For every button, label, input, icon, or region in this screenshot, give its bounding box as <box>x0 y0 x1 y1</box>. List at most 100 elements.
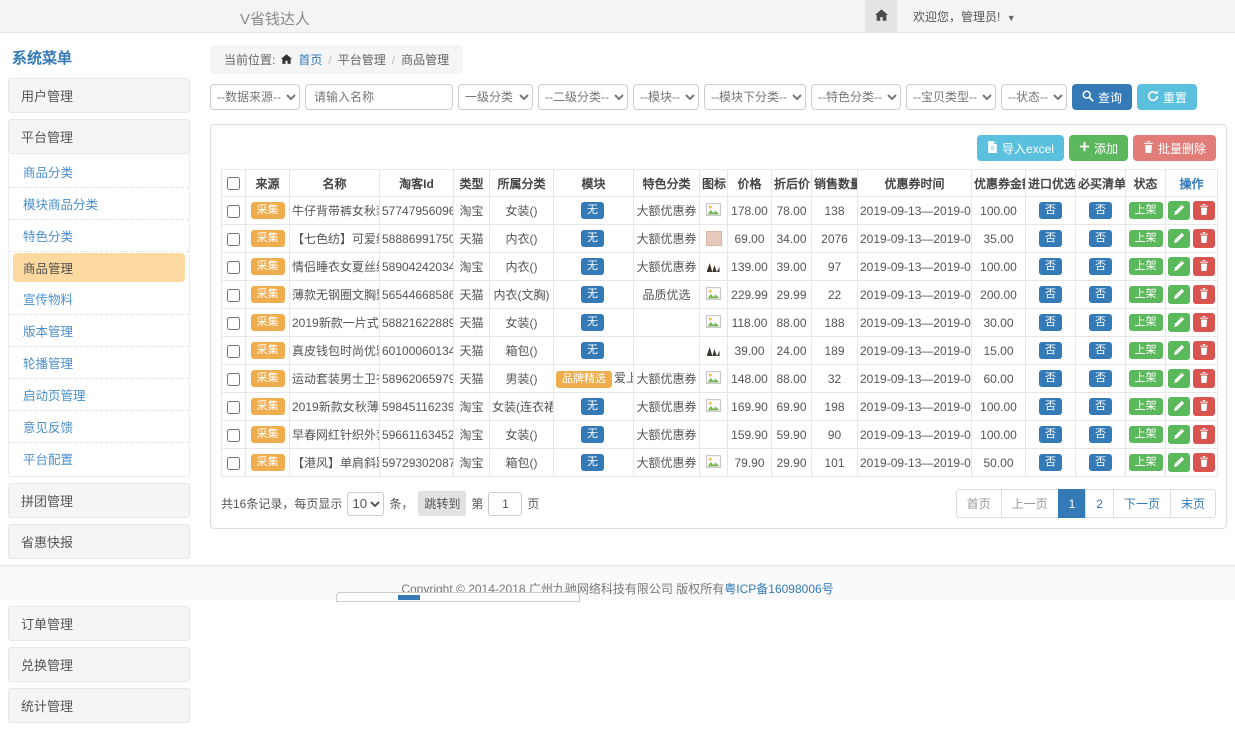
must-buy-badge[interactable]: 否 <box>1089 342 1112 359</box>
edit-button[interactable] <box>1168 341 1190 360</box>
filter-select[interactable]: --模块下分类-- <box>704 84 806 110</box>
per-page-select[interactable]: 10 <box>347 492 384 516</box>
sidebar-sub-item[interactable]: 平台配置 <box>9 443 189 474</box>
add-button[interactable]: 添加 <box>1069 135 1128 161</box>
delete-button[interactable] <box>1193 229 1215 248</box>
edit-button[interactable] <box>1168 229 1190 248</box>
row-checkbox[interactable] <box>227 457 240 470</box>
status-badge[interactable]: 上架 <box>1129 398 1163 415</box>
sidebar-group-item[interactable]: 拼团管理 <box>8 483 190 518</box>
jump-button[interactable]: 跳转到 <box>418 491 466 516</box>
status-badge[interactable]: 上架 <box>1129 342 1163 359</box>
reset-button[interactable]: 重置 <box>1137 84 1197 110</box>
import-opt-badge[interactable]: 否 <box>1039 202 1062 219</box>
must-buy-badge[interactable]: 否 <box>1089 426 1112 443</box>
sidebar-sub-item[interactable]: 模块商品分类 <box>9 188 189 220</box>
delete-button[interactable] <box>1193 453 1215 472</box>
sidebar-group-item[interactable]: 省惠快报 <box>8 524 190 559</box>
sidebar-group-item[interactable]: 统计管理 <box>8 688 190 723</box>
status-badge[interactable]: 上架 <box>1129 258 1163 275</box>
sidebar-sub-item[interactable]: 版本管理 <box>9 315 189 347</box>
import-opt-badge[interactable]: 否 <box>1039 342 1062 359</box>
query-button[interactable]: 查询 <box>1072 84 1132 110</box>
page-button[interactable]: 2 <box>1085 489 1114 518</box>
sidebar-sub-item[interactable]: 商品管理 <box>13 253 185 282</box>
filter-select[interactable]: --二级分类-- <box>538 84 628 110</box>
must-buy-badge[interactable]: 否 <box>1089 286 1112 303</box>
must-buy-badge[interactable]: 否 <box>1089 202 1112 219</box>
edit-button[interactable] <box>1168 201 1190 220</box>
import-opt-badge[interactable]: 否 <box>1039 454 1062 471</box>
status-badge[interactable]: 上架 <box>1129 454 1163 471</box>
status-badge[interactable]: 上架 <box>1129 230 1163 247</box>
filter-select[interactable]: --模块-- <box>633 84 699 110</box>
sidebar-sub-item[interactable]: 商品分类 <box>9 156 189 188</box>
import-excel-button[interactable]: 导入excel <box>977 135 1064 161</box>
edit-button[interactable] <box>1168 369 1190 388</box>
edit-button[interactable] <box>1168 453 1190 472</box>
row-checkbox[interactable] <box>227 401 240 414</box>
delete-button[interactable] <box>1193 201 1215 220</box>
sidebar-group-item[interactable]: 平台管理 <box>8 119 190 154</box>
home-button[interactable] <box>865 0 897 33</box>
delete-button[interactable] <box>1193 397 1215 416</box>
status-badge[interactable]: 上架 <box>1129 370 1163 387</box>
page-button[interactable]: 首页 <box>956 489 1002 518</box>
import-opt-badge[interactable]: 否 <box>1039 398 1062 415</box>
must-buy-badge[interactable]: 否 <box>1089 230 1112 247</box>
row-checkbox[interactable] <box>227 233 240 246</box>
row-checkbox[interactable] <box>227 205 240 218</box>
filter-select[interactable]: --宝贝类型-- <box>906 84 996 110</box>
import-opt-badge[interactable]: 否 <box>1039 370 1062 387</box>
edit-button[interactable] <box>1168 313 1190 332</box>
must-buy-badge[interactable]: 否 <box>1089 314 1112 331</box>
page-button[interactable]: 上一页 <box>1001 489 1059 518</box>
status-badge[interactable]: 上架 <box>1129 286 1163 303</box>
icp-link[interactable]: 粤ICP备16098006号 <box>724 582 833 596</box>
delete-button[interactable] <box>1193 285 1215 304</box>
filter-select[interactable]: --特色分类-- <box>811 84 901 110</box>
row-checkbox[interactable] <box>227 345 240 358</box>
breadcrumb-home-link[interactable]: 首页 <box>298 51 322 68</box>
must-buy-badge[interactable]: 否 <box>1089 370 1112 387</box>
row-checkbox[interactable] <box>227 261 240 274</box>
delete-button[interactable] <box>1193 257 1215 276</box>
filter-select[interactable]: --状态-- <box>1001 84 1067 110</box>
delete-button[interactable] <box>1193 425 1215 444</box>
must-buy-badge[interactable]: 否 <box>1089 398 1112 415</box>
status-badge[interactable]: 上架 <box>1129 426 1163 443</box>
delete-button[interactable] <box>1193 341 1215 360</box>
row-checkbox[interactable] <box>227 317 240 330</box>
row-checkbox[interactable] <box>227 373 240 386</box>
page-button[interactable]: 下一页 <box>1113 489 1171 518</box>
sidebar-sub-item[interactable]: 轮播管理 <box>9 347 189 379</box>
import-opt-badge[interactable]: 否 <box>1039 258 1062 275</box>
sidebar-sub-item[interactable]: 宣传物料 <box>9 283 189 315</box>
sidebar-group-item[interactable]: 订单管理 <box>8 606 190 641</box>
must-buy-badge[interactable]: 否 <box>1089 454 1112 471</box>
name-filter-input[interactable] <box>305 84 453 110</box>
import-opt-badge[interactable]: 否 <box>1039 286 1062 303</box>
page-button[interactable]: 末页 <box>1170 489 1216 518</box>
user-menu[interactable]: 欢迎您，管理员! ▼ <box>913 8 1016 25</box>
filter-select[interactable]: --数据来源-- <box>210 84 300 110</box>
page-button[interactable]: 1 <box>1058 489 1087 518</box>
sidebar-group-item[interactable]: 兑换管理 <box>8 647 190 682</box>
delete-button[interactable] <box>1193 313 1215 332</box>
import-opt-badge[interactable]: 否 <box>1039 426 1062 443</box>
sidebar-sub-item[interactable]: 特色分类 <box>9 220 189 252</box>
jump-page-input[interactable] <box>488 492 522 516</box>
status-badge[interactable]: 上架 <box>1129 202 1163 219</box>
edit-button[interactable] <box>1168 425 1190 444</box>
batch-delete-button[interactable]: 批量删除 <box>1133 135 1216 161</box>
sidebar-sub-item[interactable]: 启动页管理 <box>9 379 189 411</box>
import-opt-badge[interactable]: 否 <box>1039 314 1062 331</box>
select-all-checkbox[interactable] <box>227 177 240 190</box>
sidebar-group-item[interactable]: 用户管理 <box>8 78 190 113</box>
status-badge[interactable]: 上架 <box>1129 314 1163 331</box>
edit-button[interactable] <box>1168 397 1190 416</box>
edit-button[interactable] <box>1168 285 1190 304</box>
must-buy-badge[interactable]: 否 <box>1089 258 1112 275</box>
row-checkbox[interactable] <box>227 429 240 442</box>
filter-select[interactable]: 一级分类 <box>458 84 533 110</box>
